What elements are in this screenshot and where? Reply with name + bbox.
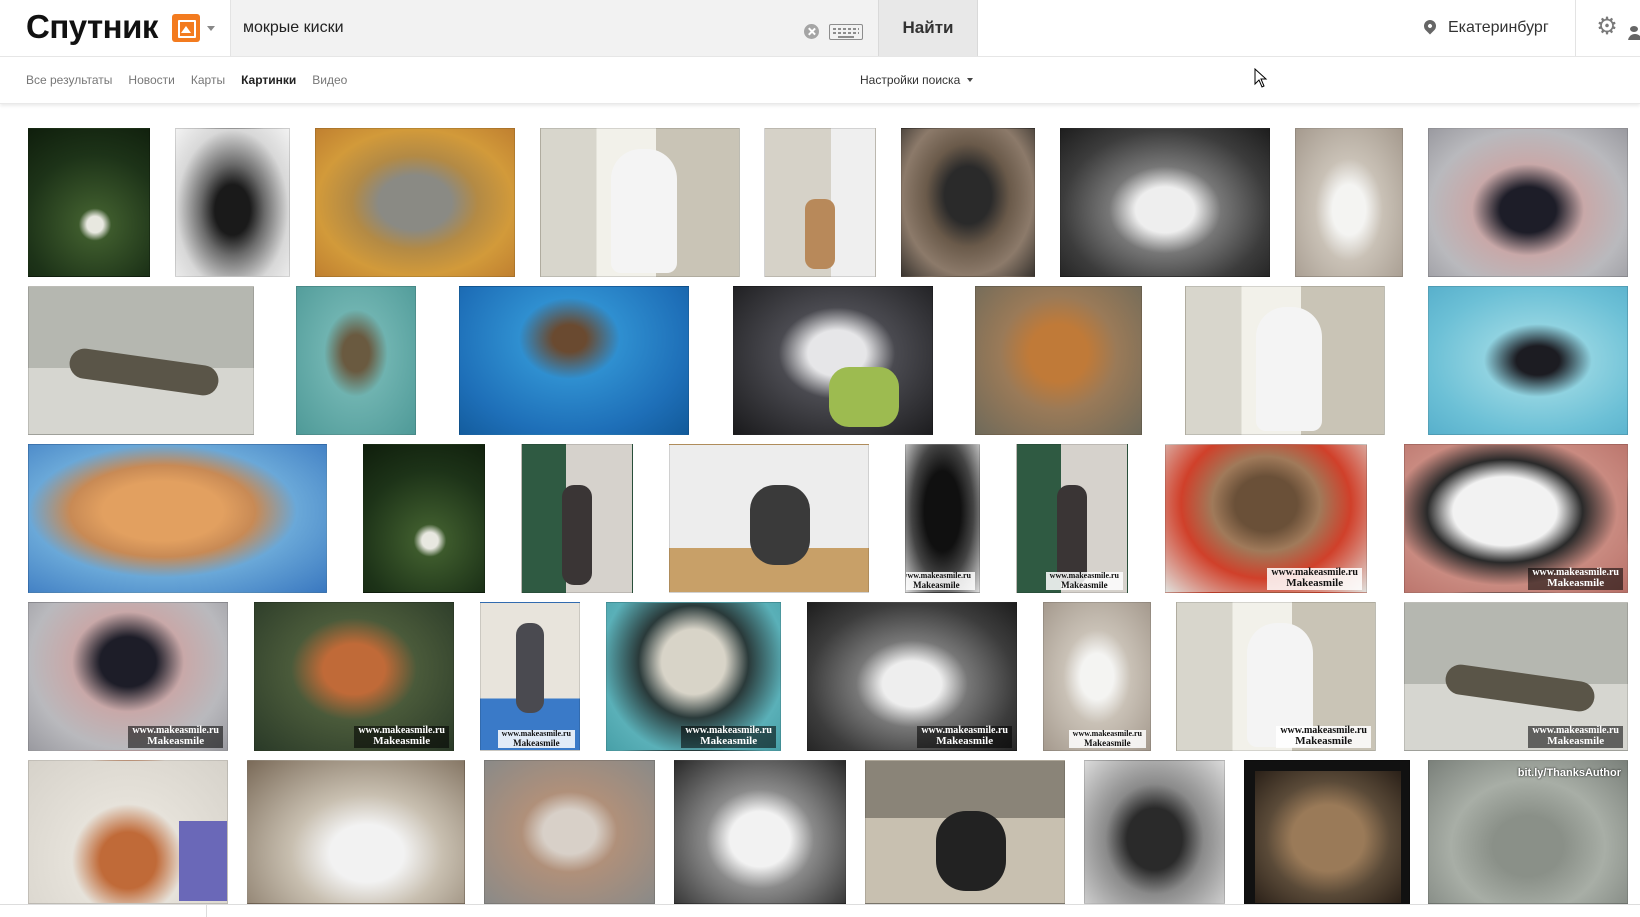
watermark: www.makeasmile.ru Makeasmile [497, 729, 575, 748]
image-result[interactable] [1185, 286, 1385, 435]
user-icon[interactable] [1628, 26, 1640, 40]
watermark: www.makeasmile.ru Makeasmile [1267, 567, 1362, 590]
tab-images[interactable]: Картинки [241, 73, 296, 87]
watermark: www.makeasmile.ru Makeasmile [681, 725, 776, 748]
image-result[interactable] [175, 128, 290, 277]
image-result[interactable] [901, 128, 1035, 277]
location-pin-icon [1421, 17, 1439, 35]
watermark: www.makeasmile.ru Makeasmile [906, 571, 975, 590]
top-bar: Спутник Найти Екатеринбург ⚙ [0, 0, 1640, 57]
image-search-icon[interactable] [172, 14, 200, 42]
chevron-down-icon[interactable] [207, 26, 215, 31]
image-result[interactable] [315, 128, 515, 277]
image-result[interactable]: www.makeasmile.ru Makeasmile [1043, 602, 1151, 751]
image-result[interactable] [764, 128, 876, 277]
image-result[interactable]: www.makeasmile.ru Makeasmile [807, 602, 1017, 751]
image-result[interactable] [540, 128, 740, 277]
image-result[interactable] [669, 444, 869, 593]
image-result[interactable] [247, 760, 465, 904]
image-result[interactable]: www.makeasmile.ru Makeasmile [480, 602, 580, 751]
location-label: Екатеринбург [1448, 19, 1549, 36]
image-result[interactable]: www.makeasmile.ru Makeasmile [905, 444, 980, 593]
image-result[interactable] [1428, 128, 1628, 277]
image-result[interactable]: www.makeasmile.ru Makeasmile [1404, 444, 1628, 593]
search-settings-dropdown[interactable]: Настройки поиска [860, 73, 974, 87]
watermark: www.makeasmile.ru Makeasmile [354, 725, 449, 748]
divider [1575, 0, 1576, 56]
image-result[interactable] [1060, 128, 1270, 277]
location-selector[interactable]: Екатеринбург [1421, 16, 1549, 40]
watermark: www.makeasmile.ru Makeasmile [1528, 725, 1623, 748]
search-box [230, 0, 879, 56]
image-result[interactable]: www.makeasmile.ru Makeasmile [1016, 444, 1128, 593]
image-result[interactable] [674, 760, 846, 904]
image-result[interactable] [733, 286, 933, 435]
chevron-down-icon [967, 78, 974, 82]
image-result[interactable]: www.makeasmile.ru Makeasmile [254, 602, 454, 751]
image-result[interactable] [1295, 128, 1403, 277]
image-result[interactable]: www.makeasmile.ru Makeasmile [1165, 444, 1367, 593]
image-result[interactable] [865, 760, 1065, 904]
keyboard-icon[interactable] [829, 24, 863, 40]
image-result[interactable]: www.makeasmile.ru Makeasmile [28, 602, 228, 751]
image-result[interactable] [459, 286, 689, 435]
nav-bar: Все результаты Новости Карты Картинки Ви… [0, 57, 1640, 104]
image-result[interactable] [975, 286, 1142, 435]
image-result[interactable] [363, 444, 485, 593]
image-result[interactable] [521, 444, 633, 593]
image-result[interactable] [28, 286, 254, 435]
tab-maps[interactable]: Карты [191, 73, 225, 87]
watermark: www.makeasmile.ru Makeasmile [1068, 729, 1146, 748]
search-button[interactable]: Найти [878, 0, 978, 56]
bottom-bar [0, 904, 1640, 917]
mouse-cursor-icon [1254, 68, 1268, 88]
image-result[interactable]: www.makeasmile.ru Makeasmile [1404, 602, 1628, 751]
image-result[interactable]: www.makeasmile.ru Makeasmile [606, 602, 781, 751]
image-result[interactable]: bit.ly/ThanksAuthor [1428, 760, 1628, 904]
search-input[interactable] [243, 16, 783, 40]
nav-tabs: Все результаты Новости Карты Картинки Ви… [26, 73, 363, 87]
image-result[interactable] [28, 128, 150, 277]
image-result[interactable] [1084, 760, 1225, 904]
image-result[interactable] [28, 760, 228, 904]
watermark: www.makeasmile.ru Makeasmile [1528, 567, 1623, 590]
gear-icon[interactable]: ⚙ [1596, 15, 1618, 39]
search-settings-label: Настройки поиска [860, 73, 961, 87]
watermark: www.makeasmile.ru Makeasmile [1276, 725, 1371, 748]
watermark: www.makeasmile.ru Makeasmile [1045, 571, 1123, 590]
tab-all-results[interactable]: Все результаты [26, 73, 112, 87]
image-result[interactable] [1428, 286, 1628, 435]
watermark: www.makeasmile.ru Makeasmile [128, 725, 223, 748]
image-result[interactable] [28, 444, 327, 593]
tab-news[interactable]: Новости [128, 73, 174, 87]
image-result[interactable]: www.makeasmile.ru Makeasmile [1176, 602, 1376, 751]
image-results-grid: www.makeasmile.ru Makeasmile www.makeasmi… [0, 104, 1640, 904]
credit-watermark: bit.ly/ThanksAuthor [1517, 767, 1621, 779]
watermark: www.makeasmile.ru Makeasmile [917, 725, 1012, 748]
tab-video[interactable]: Видео [312, 73, 347, 87]
logo[interactable]: Спутник [26, 8, 158, 46]
image-result[interactable] [484, 760, 655, 904]
clear-icon[interactable] [804, 24, 819, 39]
image-result[interactable] [296, 286, 416, 435]
image-result[interactable] [1244, 760, 1410, 904]
